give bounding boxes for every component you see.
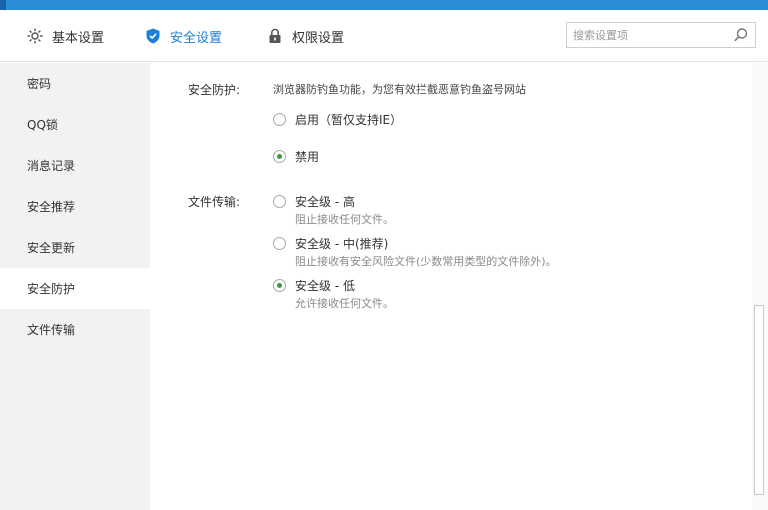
transfer-low-radio[interactable]: 安全级 - 低 bbox=[273, 277, 355, 294]
protection-disable-label: 禁用 bbox=[295, 150, 320, 164]
sidebar-item-label: 消息记录 bbox=[27, 159, 76, 173]
sidebar-item-password[interactable]: 密码 bbox=[0, 63, 150, 104]
transfer-high-radio[interactable]: 安全级 - 高 bbox=[273, 193, 355, 210]
sidebar-item-security-protection[interactable]: 安全防护 bbox=[0, 268, 150, 309]
radio-button[interactable] bbox=[273, 237, 286, 250]
settings-tabbar: 基本设置 安全设置 权限设置 bbox=[0, 10, 768, 62]
protection-enable-label: 启用（暂仅支持IE） bbox=[295, 113, 403, 127]
search-icon[interactable] bbox=[733, 27, 749, 43]
sidebar-item-message-history[interactable]: 消息记录 bbox=[0, 145, 150, 186]
sidebar-item-label: 安全防护 bbox=[27, 282, 76, 296]
scrollbar-thumb[interactable] bbox=[754, 305, 764, 495]
tab-permission-label: 权限设置 bbox=[292, 30, 345, 46]
protection-description: 浏览器防钓鱼功能，为您有效拦截恶意钓鱼盗号网站 bbox=[273, 83, 526, 96]
transfer-medium-radio[interactable]: 安全级 - 中(推荐) bbox=[273, 235, 388, 252]
sidebar-item-label: 安全更新 bbox=[27, 241, 76, 255]
gear-icon bbox=[26, 27, 44, 45]
sidebar-item-label: 文件传输 bbox=[27, 323, 76, 337]
sidebar-item-label: 密码 bbox=[27, 77, 52, 91]
lock-icon bbox=[266, 27, 284, 45]
tab-basic-label: 基本设置 bbox=[52, 30, 105, 46]
transfer-low-sub: 允许接收任何文件。 bbox=[295, 297, 394, 310]
titlebar-edge bbox=[0, 0, 6, 10]
sidebar-item-label: QQ锁 bbox=[27, 118, 58, 132]
settings-sidebar: 密码 QQ锁 消息记录 安全推荐 安全更新 安全防护 文件传输 bbox=[0, 63, 150, 510]
transfer-high-sub: 阻止接收任何文件。 bbox=[295, 213, 394, 226]
transfer-medium-sub: 阻止接收有安全风险文件(少数常用类型的文件除外)。 bbox=[295, 255, 557, 268]
tab-basic-settings[interactable]: 基本设置 bbox=[26, 24, 104, 48]
protection-disable-radio[interactable]: 禁用 bbox=[273, 148, 319, 165]
transfer-label: 文件传输: bbox=[188, 195, 241, 209]
tab-security-label: 安全设置 bbox=[170, 30, 223, 46]
protection-label: 安全防护: bbox=[188, 83, 241, 97]
transfer-high-label: 安全级 - 高 bbox=[295, 195, 355, 209]
radio-button[interactable] bbox=[273, 113, 286, 126]
transfer-low-label: 安全级 - 低 bbox=[295, 279, 355, 293]
radio-button-checked[interactable] bbox=[273, 150, 286, 163]
window-titlebar bbox=[0, 0, 768, 10]
sidebar-item-security-update[interactable]: 安全更新 bbox=[0, 227, 150, 268]
search-input[interactable] bbox=[573, 27, 723, 43]
sidebar-item-security-recommend[interactable]: 安全推荐 bbox=[0, 186, 150, 227]
shield-icon bbox=[144, 27, 162, 45]
settings-search bbox=[566, 22, 756, 48]
radio-button-checked[interactable] bbox=[273, 279, 286, 292]
transfer-medium-label: 安全级 - 中(推荐) bbox=[295, 237, 389, 251]
protection-enable-radio[interactable]: 启用（暂仅支持IE） bbox=[273, 111, 402, 128]
tab-permission-settings[interactable]: 权限设置 bbox=[266, 24, 344, 48]
tab-security-settings[interactable]: 安全设置 bbox=[144, 24, 222, 48]
sidebar-item-label: 安全推荐 bbox=[27, 200, 76, 214]
sidebar-item-qq-lock[interactable]: QQ锁 bbox=[0, 104, 150, 145]
settings-content: 安全防护: 浏览器防钓鱼功能，为您有效拦截恶意钓鱼盗号网站 启用（暂仅支持IE）… bbox=[150, 63, 752, 510]
radio-button[interactable] bbox=[273, 195, 286, 208]
sidebar-item-file-transfer[interactable]: 文件传输 bbox=[0, 309, 150, 350]
